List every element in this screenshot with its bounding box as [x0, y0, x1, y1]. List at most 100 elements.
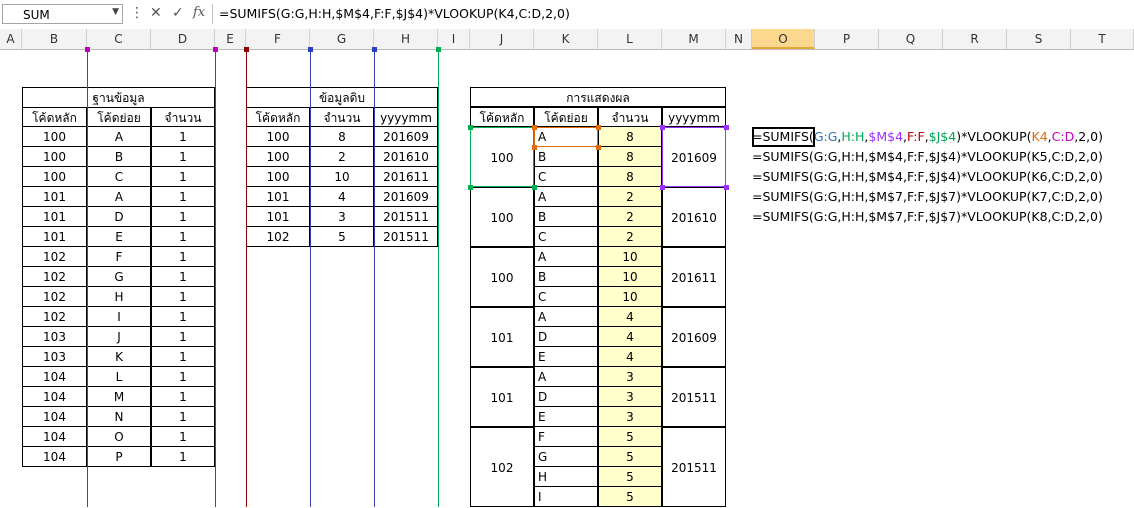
display-qty-cell[interactable]: 10	[598, 267, 662, 287]
database-cell[interactable]: 101	[22, 227, 87, 247]
raw-data-cell[interactable]: 201610	[374, 147, 438, 167]
raw-data-cell[interactable]: 201609	[374, 127, 438, 147]
database-cell[interactable]: N	[87, 407, 151, 427]
database-cell[interactable]: 1	[151, 327, 215, 347]
database-cell[interactable]: F	[87, 247, 151, 267]
ref-handle[interactable]	[436, 47, 441, 52]
raw-data-cell[interactable]: 8	[310, 127, 374, 147]
display-sub-cell[interactable]: A	[534, 307, 598, 327]
insert-function-icon[interactable]: fx	[193, 5, 205, 20]
display-code-cell[interactable]: 100	[470, 247, 534, 307]
raw-data-cell[interactable]: 201611	[374, 167, 438, 187]
database-cell[interactable]: M	[87, 387, 151, 407]
raw-data-cell[interactable]: 201609	[374, 187, 438, 207]
ref-handle[interactable]	[213, 47, 218, 52]
raw-data-cell[interactable]: 201511	[374, 207, 438, 227]
column-header-p[interactable]: P	[815, 29, 879, 49]
database-header[interactable]: โค้ดย่อย	[87, 107, 151, 127]
database-cell[interactable]: E	[87, 227, 151, 247]
display-sub-cell[interactable]: H	[534, 467, 598, 487]
raw-data-header[interactable]: จำนวน	[310, 107, 374, 127]
database-cell[interactable]: H	[87, 287, 151, 307]
cancel-icon[interactable]: ✕	[150, 5, 162, 21]
display-sub-cell[interactable]: C	[534, 167, 598, 187]
ref-handle[interactable]	[468, 185, 473, 190]
database-cell[interactable]: L	[87, 367, 151, 387]
column-header-l[interactable]: L	[598, 29, 662, 49]
column-header-c[interactable]: C	[87, 29, 151, 49]
raw-data-cell[interactable]: 102	[246, 227, 310, 247]
display-qty-cell[interactable]: 8	[598, 167, 662, 187]
raw-data-cell[interactable]: 3	[310, 207, 374, 227]
ref-handle[interactable]	[660, 125, 665, 130]
database-cell[interactable]: 104	[22, 367, 87, 387]
display-code-cell[interactable]: 102	[470, 427, 534, 507]
database-title[interactable]: ฐานข้อมูล	[22, 87, 215, 107]
display-qty-cell[interactable]: 2	[598, 187, 662, 207]
database-cell[interactable]: C	[87, 167, 151, 187]
display-header[interactable]: โค้ดย่อย	[534, 107, 598, 127]
column-header-t[interactable]: T	[1071, 29, 1134, 49]
display-sub-cell[interactable]: B	[534, 267, 598, 287]
display-qty-cell[interactable]: 2	[598, 207, 662, 227]
display-period-cell[interactable]: 201611	[662, 247, 726, 307]
raw-data-cell[interactable]: 100	[246, 127, 310, 147]
raw-data-cell[interactable]: 101	[246, 187, 310, 207]
database-cell[interactable]: 102	[22, 247, 87, 267]
database-cell[interactable]: 1	[151, 367, 215, 387]
display-qty-cell[interactable]: 3	[598, 407, 662, 427]
database-cell[interactable]: O	[87, 427, 151, 447]
database-cell[interactable]: 1	[151, 227, 215, 247]
database-cell[interactable]: 1	[151, 267, 215, 287]
display-qty-cell[interactable]: 5	[598, 447, 662, 467]
database-cell[interactable]: A	[87, 127, 151, 147]
formula-input[interactable]: =SUMIFS(G:G,H:H,$M$4,F:F,$J$4)*VLOOKUP(K…	[212, 4, 1132, 24]
ref-handle[interactable]	[724, 185, 729, 190]
display-sub-cell[interactable]: I	[534, 487, 598, 507]
raw-data-cell[interactable]: 2	[310, 147, 374, 167]
database-cell[interactable]: A	[87, 187, 151, 207]
raw-data-cell[interactable]: 201511	[374, 227, 438, 247]
database-cell[interactable]: K	[87, 347, 151, 367]
database-cell[interactable]: 1	[151, 247, 215, 267]
display-sub-cell[interactable]: G	[534, 447, 598, 467]
ref-handle[interactable]	[532, 125, 537, 130]
database-cell[interactable]: 100	[22, 127, 87, 147]
enter-icon[interactable]: ✓	[172, 5, 184, 21]
database-cell[interactable]: J	[87, 327, 151, 347]
ref-handle[interactable]	[660, 185, 665, 190]
column-header-s[interactable]: S	[1007, 29, 1071, 49]
raw-data-title[interactable]: ข้อมูลดิบ	[246, 87, 438, 107]
display-qty-cell[interactable]: 4	[598, 327, 662, 347]
display-qty-cell[interactable]: 5	[598, 427, 662, 447]
database-header[interactable]: จำนวน	[151, 107, 215, 127]
column-header-b[interactable]: B	[22, 29, 87, 49]
chevron-down-icon[interactable]: ▼	[112, 7, 119, 17]
display-qty-cell[interactable]: 8	[598, 127, 662, 147]
column-header-h[interactable]: H	[374, 29, 438, 49]
raw-data-header[interactable]: โค้ดหลัก	[246, 107, 310, 127]
display-qty-cell[interactable]: 2	[598, 227, 662, 247]
ref-handle[interactable]	[532, 185, 537, 190]
display-sub-cell[interactable]: A	[534, 187, 598, 207]
database-cell[interactable]: 1	[151, 147, 215, 167]
column-header-d[interactable]: D	[151, 29, 215, 49]
database-cell[interactable]: 104	[22, 447, 87, 467]
display-period-cell[interactable]: 201609	[662, 307, 726, 367]
column-header-i[interactable]: I	[438, 29, 470, 49]
database-cell[interactable]: 102	[22, 287, 87, 307]
database-cell[interactable]: G	[87, 267, 151, 287]
display-qty-cell[interactable]: 5	[598, 487, 662, 507]
display-sub-cell[interactable]: B	[534, 147, 598, 167]
display-qty-cell[interactable]: 3	[598, 367, 662, 387]
database-cell[interactable]: 103	[22, 327, 87, 347]
formula-cell[interactable]: =SUMIFS(G:G,H:H,$M$7,F:F,$J$7)*VLOOKUP(K…	[752, 207, 1103, 227]
raw-data-header[interactable]: yyyymm	[374, 107, 438, 127]
database-cell[interactable]: 102	[22, 307, 87, 327]
database-cell[interactable]: 101	[22, 207, 87, 227]
database-cell[interactable]: 1	[151, 287, 215, 307]
raw-data-cell[interactable]: 4	[310, 187, 374, 207]
ref-handle[interactable]	[85, 47, 90, 52]
display-sub-cell[interactable]: A	[534, 247, 598, 267]
display-title[interactable]: การแสดงผล	[470, 87, 726, 107]
